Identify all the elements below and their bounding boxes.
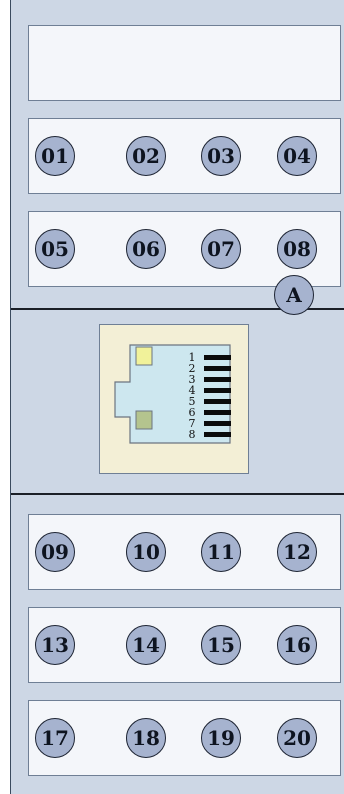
rj45-port[interactable]: 1 2 3 4 5 6 7 8 [99,324,249,474]
terminal-strip-1: 01 02 03 04 [28,118,341,194]
terminal-20[interactable]: 20 [277,718,317,758]
label-area [28,25,341,101]
terminal-04[interactable]: 04 [277,136,317,176]
terminal-07[interactable]: 07 [201,229,241,269]
terminal-06[interactable]: 06 [126,229,166,269]
terminal-10[interactable]: 10 [126,532,166,572]
terminal-18[interactable]: 18 [126,718,166,758]
terminal-strip-3: 09 10 11 12 [28,514,341,590]
terminal-11[interactable]: 11 [201,532,241,572]
pin-contact-3 [204,377,231,382]
terminal-16[interactable]: 16 [277,625,317,665]
led-bottom-icon [135,410,153,430]
pin-contact-8 [204,432,231,437]
terminal-13[interactable]: 13 [35,625,75,665]
port-a-button[interactable]: A [274,275,314,315]
pin-contact-1 [204,355,231,360]
terminal-08[interactable]: 08 [277,229,317,269]
terminal-03[interactable]: 03 [201,136,241,176]
pin-contact-6 [204,410,231,415]
terminal-15[interactable]: 15 [201,625,241,665]
pin-contact-7 [204,421,231,426]
terminal-strip-4: 13 14 15 16 [28,607,341,683]
terminal-strip-5: 17 18 19 20 [28,700,341,776]
section-divider-bottom [11,493,344,495]
pin-contact-4 [204,388,231,393]
terminal-01[interactable]: 01 [35,136,75,176]
pin-contact-2 [204,366,231,371]
terminal-05[interactable]: 05 [35,229,75,269]
terminal-09[interactable]: 09 [35,532,75,572]
pin-contact-5 [204,399,231,404]
terminal-19[interactable]: 19 [201,718,241,758]
terminal-12[interactable]: 12 [277,532,317,572]
terminal-02[interactable]: 02 [126,136,166,176]
terminal-14[interactable]: 14 [126,625,166,665]
terminal-17[interactable]: 17 [35,718,75,758]
led-top-icon [135,346,153,366]
io-module: 01 02 03 04 05 06 07 08 1 2 3 4 5 6 7 8 … [10,0,344,794]
pin-label-8: 8 [188,428,196,441]
